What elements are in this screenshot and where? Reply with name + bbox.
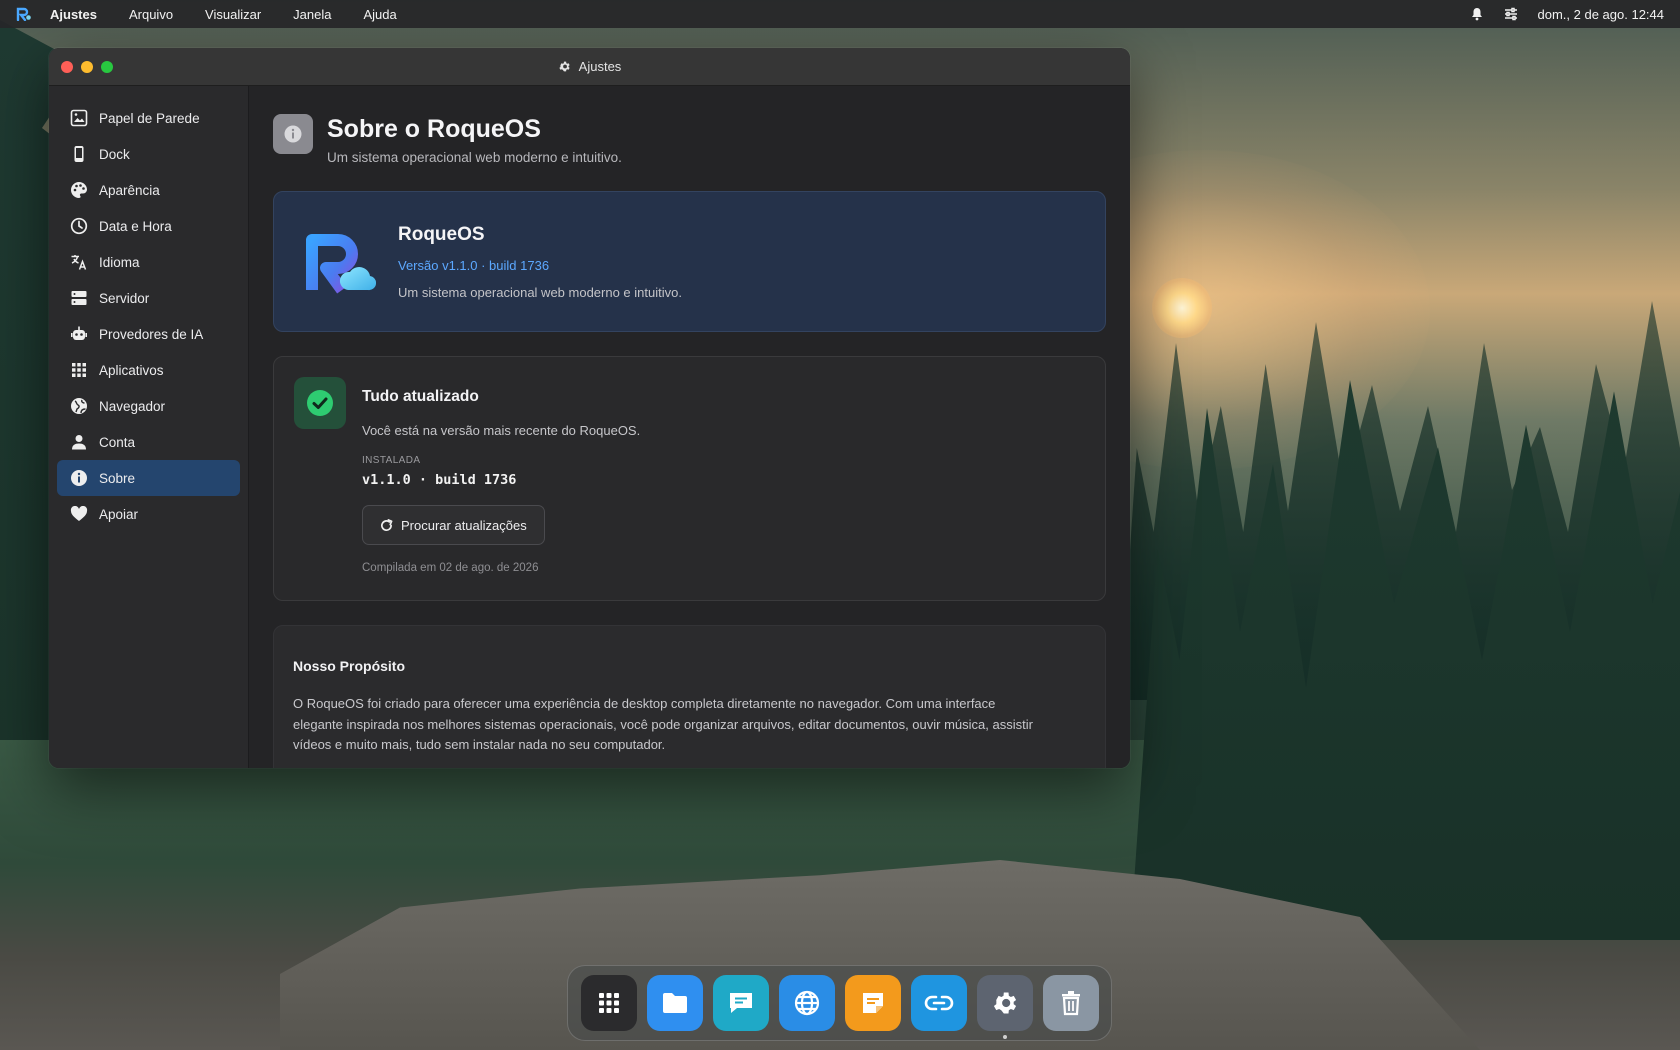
menu-ajuda[interactable]: Ajuda bbox=[363, 7, 396, 22]
server-icon bbox=[69, 288, 89, 308]
minimize-button[interactable] bbox=[81, 60, 93, 73]
robot-icon bbox=[69, 324, 89, 344]
update-text: Você está na versão mais recente do Roqu… bbox=[362, 423, 641, 438]
sidebar-item-apoiar[interactable]: Apoiar bbox=[57, 496, 240, 532]
sidebar-item-data-e-hora[interactable]: Data e Hora bbox=[57, 208, 240, 244]
grid-icon bbox=[69, 360, 89, 380]
sidebar-item-conta[interactable]: Conta bbox=[57, 424, 240, 460]
sidebar-item-label: Dock bbox=[99, 146, 130, 162]
window-title-text: Ajustes bbox=[578, 59, 622, 74]
brand-card: RoqueOS Versão v1.1.0 · build 1736 Um si… bbox=[273, 191, 1106, 332]
clock-icon bbox=[69, 216, 89, 236]
installed-label: INSTALADA bbox=[362, 455, 421, 466]
dock-app-notes[interactable] bbox=[844, 975, 901, 1031]
info-icon bbox=[69, 468, 89, 488]
product-version: Versão v1.1.0 · build 1736 bbox=[398, 257, 550, 273]
globe-icon bbox=[794, 990, 819, 1016]
check-updates-button[interactable]: Procurar atualizações bbox=[362, 505, 545, 545]
sidebar-item-label: Navegador bbox=[99, 398, 166, 414]
settings-icon bbox=[993, 992, 1016, 1014]
page-title: Sobre o RoqueOS bbox=[327, 115, 541, 143]
dock-app-links[interactable] bbox=[910, 975, 967, 1031]
dock-app-settings[interactable] bbox=[976, 975, 1033, 1039]
sidebar-item-provedores-de-ia[interactable]: Provedores de IA bbox=[57, 316, 240, 352]
sidebar-item-aplicativos[interactable]: Aplicativos bbox=[57, 352, 240, 388]
apps-grid-icon bbox=[598, 993, 619, 1013]
menu-visualizar[interactable]: Visualizar bbox=[205, 7, 261, 22]
sidebar-item-label: Conta bbox=[99, 434, 136, 450]
maximize-button[interactable] bbox=[101, 60, 113, 73]
info-icon bbox=[273, 114, 313, 154]
refresh-icon bbox=[381, 518, 393, 531]
menu-janela[interactable]: Janela bbox=[293, 7, 331, 22]
dock-app-files[interactable] bbox=[646, 975, 703, 1031]
product-description: Um sistema operacional web moderno e int… bbox=[398, 284, 682, 300]
check-circle-icon bbox=[307, 390, 333, 416]
roqueos-logo-icon[interactable] bbox=[16, 7, 32, 21]
dock-app-trash[interactable] bbox=[1042, 975, 1099, 1031]
build-date: Compilada em 02 de ago. de 2026 bbox=[362, 562, 539, 574]
translate-icon bbox=[69, 252, 89, 272]
sidebar-item-label: Aparência bbox=[99, 182, 160, 198]
sidebar-item-label: Servidor bbox=[99, 290, 150, 306]
update-title: Tudo atualizado bbox=[362, 388, 479, 405]
sidebar-item-idioma[interactable]: Idioma bbox=[57, 244, 240, 280]
running-indicator bbox=[1002, 1035, 1007, 1039]
palette-icon bbox=[69, 180, 89, 200]
dock-app-chat[interactable] bbox=[712, 975, 769, 1031]
purpose-card: Nosso Propósito O RoqueOS foi criado par… bbox=[273, 625, 1106, 768]
page-header: Sobre o RoqueOS Um sistema operacional w… bbox=[273, 114, 1106, 165]
window-titlebar[interactable]: Ajustes bbox=[49, 48, 1130, 86]
page-subtitle: Um sistema operacional web moderno e int… bbox=[327, 150, 622, 165]
dock-app-browser[interactable] bbox=[778, 975, 835, 1031]
check-updates-label: Procurar atualizações bbox=[401, 517, 527, 533]
settings-content: Sobre o RoqueOS Um sistema operacional w… bbox=[249, 86, 1130, 768]
sidebar-item-label: Papel de Parede bbox=[99, 110, 200, 126]
phone-icon bbox=[69, 144, 89, 164]
close-button[interactable] bbox=[61, 60, 73, 73]
sun bbox=[1152, 278, 1212, 338]
update-card: Tudo atualizado Você está na versão mais… bbox=[273, 356, 1106, 601]
update-status-badge bbox=[294, 377, 346, 429]
sidebar-item-label: Apoiar bbox=[99, 506, 139, 522]
chat-icon bbox=[729, 993, 752, 1013]
sidebar-item-sobre[interactable]: Sobre bbox=[57, 460, 240, 496]
trash-icon bbox=[1061, 991, 1080, 1016]
sidebar-item-label: Idioma bbox=[99, 254, 140, 270]
wallpaper-icon bbox=[69, 108, 89, 128]
gear-icon bbox=[559, 61, 570, 72]
folder-icon bbox=[662, 993, 687, 1013]
menu-arquivo[interactable]: Arquivo bbox=[129, 7, 173, 22]
heart-icon bbox=[69, 504, 89, 524]
roqueos-logo bbox=[306, 233, 376, 294]
notes-icon bbox=[862, 993, 883, 1013]
menu-clock[interactable]: dom., 2 de ago. 12:44 bbox=[1538, 7, 1664, 22]
sidebar: Papel de Parede Dock Aparência Data e Ho… bbox=[49, 86, 249, 768]
sidebar-item-papel-de-parede[interactable]: Papel de Parede bbox=[57, 100, 240, 136]
dock-app-launcher[interactable] bbox=[580, 975, 637, 1031]
product-name: RoqueOS bbox=[398, 223, 485, 245]
sidebar-item-dock[interactable]: Dock bbox=[57, 136, 240, 172]
sidebar-item-label: Aplicativos bbox=[99, 362, 164, 378]
window-title: Ajustes bbox=[49, 59, 1130, 74]
purpose-text: O RoqueOS foi criado para oferecer uma e… bbox=[293, 696, 1033, 752]
installed-version: v1.1.0 · build 1736 bbox=[362, 472, 517, 488]
dock bbox=[567, 965, 1112, 1041]
bell-icon[interactable] bbox=[1470, 7, 1484, 21]
settings-window: Ajustes Papel de Parede Dock Aparência D… bbox=[49, 48, 1130, 768]
user-icon bbox=[69, 432, 89, 452]
sidebar-item-label: Sobre bbox=[99, 470, 136, 486]
sidebar-item-servidor[interactable]: Servidor bbox=[57, 280, 240, 316]
sidebar-item-aparencia[interactable]: Aparência bbox=[57, 172, 240, 208]
sidebar-item-navegador[interactable]: Navegador bbox=[57, 388, 240, 424]
menu-app-name[interactable]: Ajustes bbox=[50, 7, 97, 22]
sidebar-item-label: Data e Hora bbox=[99, 218, 172, 234]
globe-icon bbox=[69, 396, 89, 416]
link-icon bbox=[924, 995, 953, 1011]
sliders-icon[interactable] bbox=[1504, 7, 1518, 21]
sidebar-item-label: Provedores de IA bbox=[99, 326, 204, 342]
purpose-title: Nosso Propósito bbox=[293, 658, 406, 674]
menu-bar: Ajustes Arquivo Visualizar Janela Ajuda … bbox=[0, 0, 1680, 28]
